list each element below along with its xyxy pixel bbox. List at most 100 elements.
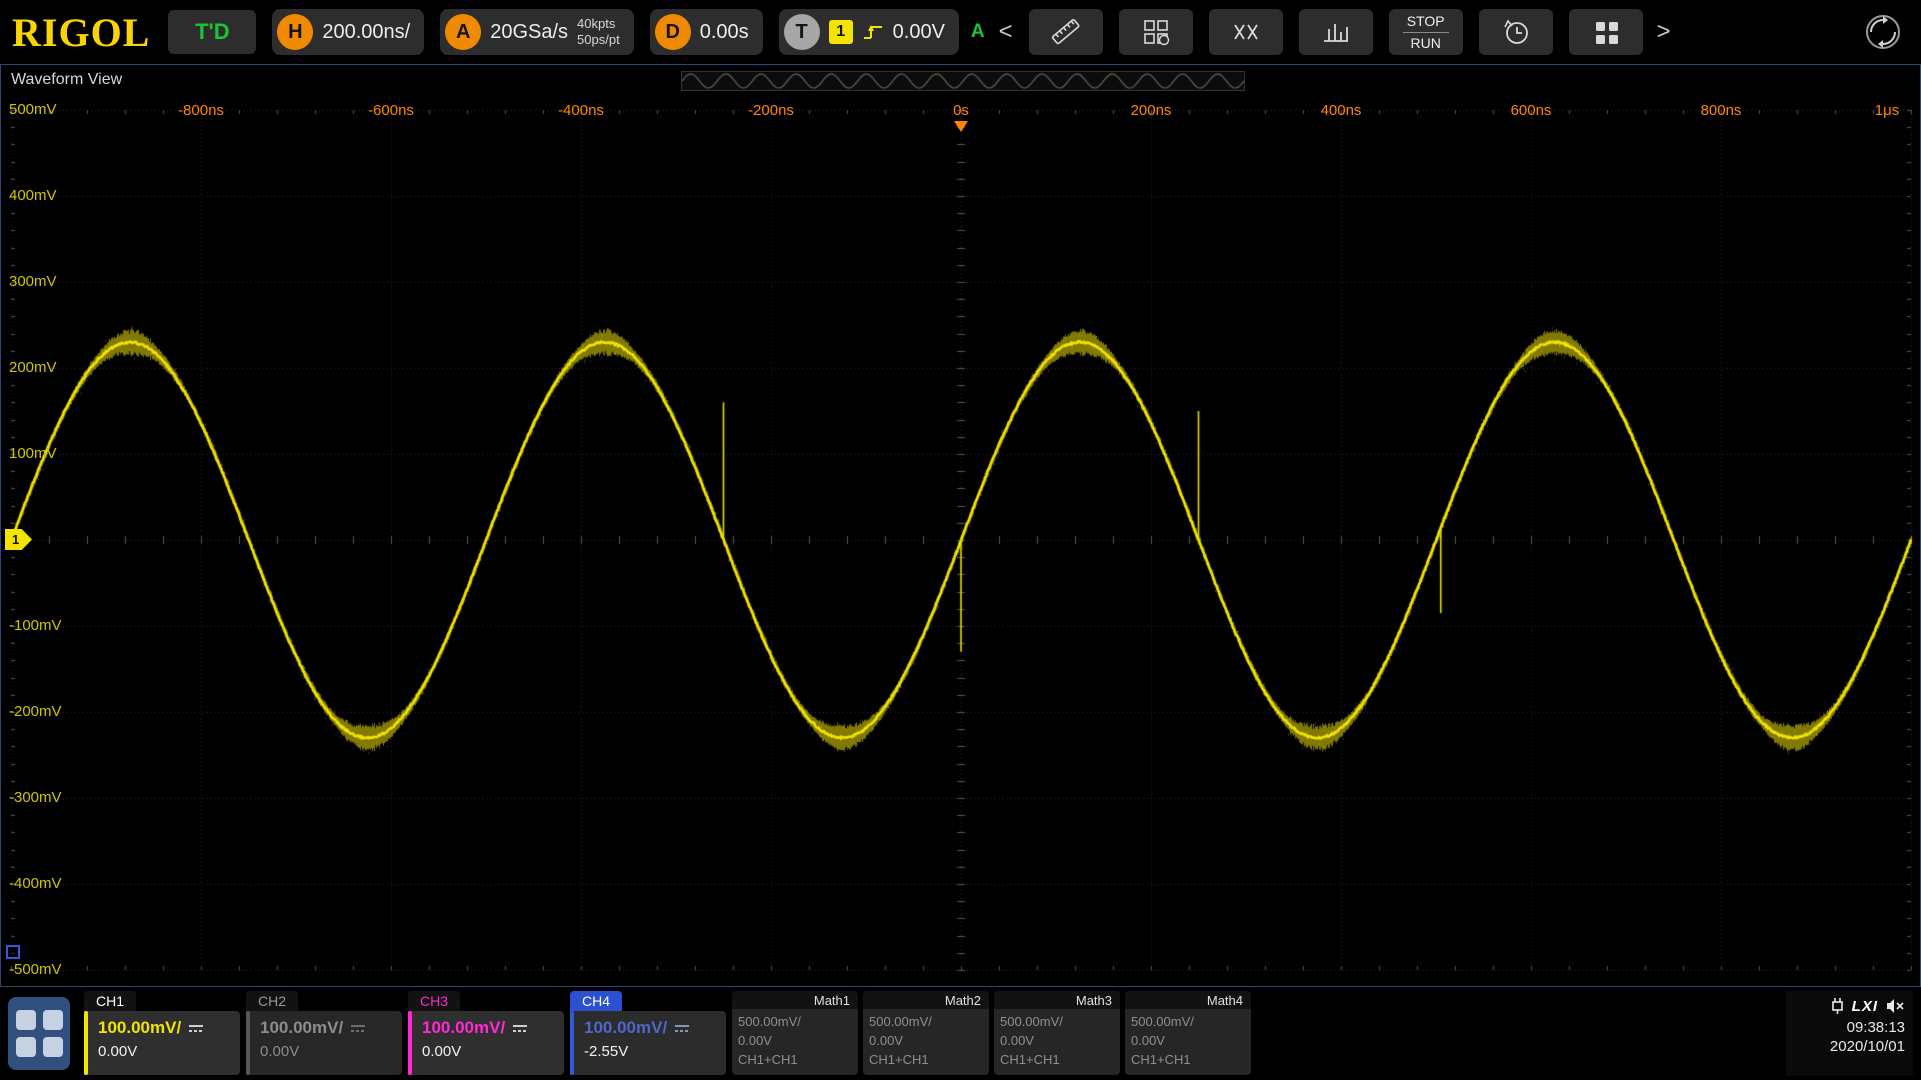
history-clock-icon xyxy=(1501,17,1531,47)
circular-arrows-icon xyxy=(1859,10,1907,54)
math1-tab[interactable]: Math1 xyxy=(732,991,858,1009)
ch2-offset-value: 0.00V xyxy=(260,1043,394,1060)
trigger-sweep-indicator: A xyxy=(971,21,985,43)
time-axis-label: 400ns xyxy=(1321,102,1362,119)
toolbar-prev-icon[interactable]: < xyxy=(999,18,1013,46)
xy-mode-button[interactable] xyxy=(1209,9,1283,55)
ch4-color-strip xyxy=(570,1011,574,1075)
channel-cell-ch2[interactable]: CH2 100.00mV/ 0.00V xyxy=(246,991,402,1076)
ch4-tab[interactable]: CH4 xyxy=(570,991,622,1011)
ch1-color-strip xyxy=(84,1011,88,1075)
memory-preview[interactable] xyxy=(681,71,1245,91)
lxi-label: LXI xyxy=(1852,998,1878,1015)
header-bar: RIGOL T'D H 200.00ns/ A 20GSa/s 40kpts 5… xyxy=(0,0,1921,64)
ch4-offset-value: -2.55V xyxy=(584,1043,718,1060)
math4-expression: CH1+CH1 xyxy=(1131,1051,1245,1070)
volt-axis-label: 500mV xyxy=(9,101,57,119)
menu-tile-icon xyxy=(43,1037,63,1057)
acquire-key-icon: A xyxy=(445,14,481,50)
stop-label: STOP xyxy=(1407,13,1445,29)
volt-axis-label: 200mV xyxy=(9,359,57,377)
ch1-tab[interactable]: CH1 xyxy=(84,991,136,1011)
counter-button[interactable] xyxy=(1299,9,1373,55)
channel-cell-ch3[interactable]: CH3 100.00mV/ 0.00V xyxy=(408,991,564,1076)
math1-offset-value: 0.00V xyxy=(738,1032,852,1051)
usb-icon xyxy=(1830,997,1845,1015)
math-tools-button[interactable] xyxy=(1119,9,1193,55)
status-time: 09:38:13 xyxy=(1847,1019,1905,1036)
math-cell-math3[interactable]: Math3 500.00mV/ 0.00V CH1+CH1 xyxy=(994,991,1120,1076)
time-axis-label: -400ns xyxy=(558,102,604,119)
math2-tab[interactable]: Math2 xyxy=(863,991,989,1009)
volt-axis-label: -200mV xyxy=(9,703,62,721)
time-axis-label-zero: 0s xyxy=(953,102,969,119)
horizontal-settings-button[interactable]: H 200.00ns/ xyxy=(272,9,424,55)
trigger-slope-icon xyxy=(862,22,884,42)
time-per-point-value: 50ps/pt xyxy=(577,32,620,48)
volt-axis-label: 100mV xyxy=(9,445,57,463)
menu-tile-icon xyxy=(16,1010,36,1030)
ch2-scale-value: 100.00mV/ xyxy=(260,1018,343,1038)
math-cell-math1[interactable]: Math1 500.00mV/ 0.00V CH1+CH1 xyxy=(732,991,858,1076)
xy-icon xyxy=(1231,19,1261,45)
dc-coupling-icon xyxy=(512,1023,528,1034)
assist-button[interactable] xyxy=(1859,10,1907,54)
sample-rate-value: 20GSa/s xyxy=(490,21,568,44)
volt-axis-label: 400mV xyxy=(9,187,57,205)
dc-coupling-icon xyxy=(188,1023,204,1034)
ruler-icon xyxy=(1049,16,1083,48)
math1-scale-value: 500.00mV/ xyxy=(738,1013,852,1032)
channel-cell-ch4[interactable]: CH4 100.00mV/ -2.55V xyxy=(570,991,726,1076)
ch1-offset-value: 0.00V xyxy=(98,1043,232,1060)
trigger-level-value: 0.00V xyxy=(893,21,945,44)
math-cell-math2[interactable]: Math2 500.00mV/ 0.00V CH1+CH1 xyxy=(863,991,989,1076)
time-axis-label: 800ns xyxy=(1701,102,1742,119)
math4-scale-value: 500.00mV/ xyxy=(1131,1013,1245,1032)
menu-tile-icon xyxy=(16,1037,36,1057)
ch3-tab[interactable]: CH3 xyxy=(408,991,460,1011)
ch3-color-strip xyxy=(408,1011,412,1075)
trigger-position-marker[interactable] xyxy=(954,121,968,132)
measure-button[interactable] xyxy=(1029,9,1103,55)
tiles-gear-icon xyxy=(1141,17,1171,47)
memory-depth-value: 40kpts xyxy=(577,16,620,32)
trigger-status-label: T'D xyxy=(195,19,230,45)
histogram-icon xyxy=(1320,19,1352,45)
acquire-settings-button[interactable]: A 20GSa/s 40kpts 50ps/pt xyxy=(440,9,633,55)
timebase-value: 200.00ns/ xyxy=(322,21,410,44)
windows-grid-icon xyxy=(1591,17,1621,47)
time-axis-label: -600ns xyxy=(368,102,414,119)
math-cell-math4[interactable]: Math4 500.00mV/ 0.00V CH1+CH1 xyxy=(1125,991,1251,1076)
volt-axis-label: -300mV xyxy=(9,789,62,807)
trigger-status-button[interactable]: T'D xyxy=(168,10,256,54)
channel-cell-ch1[interactable]: CH1 100.00mV/ 0.00V xyxy=(84,991,240,1076)
ch2-tab[interactable]: CH2 xyxy=(246,991,298,1011)
history-button[interactable] xyxy=(1479,9,1553,55)
main-menu-button[interactable] xyxy=(8,997,70,1070)
stop-run-button[interactable]: STOP RUN xyxy=(1389,9,1463,55)
math3-expression: CH1+CH1 xyxy=(1000,1051,1114,1070)
waveform-display[interactable] xyxy=(1,65,1920,986)
volt-axis-label: -400mV xyxy=(9,875,62,893)
run-label: RUN xyxy=(1410,35,1440,51)
math2-expression: CH1+CH1 xyxy=(869,1051,983,1070)
delay-settings-button[interactable]: D 0.00s xyxy=(650,9,763,55)
time-axis-label: 200ns xyxy=(1131,102,1172,119)
math4-tab[interactable]: Math4 xyxy=(1125,991,1251,1009)
oscilloscope-screen: RIGOL T'D H 200.00ns/ A 20GSa/s 40kpts 5… xyxy=(0,0,1921,1080)
time-axis-label: -800ns xyxy=(178,102,224,119)
trigger-key-icon: T xyxy=(784,14,820,50)
ch4-scale-value: 100.00mV/ xyxy=(584,1018,667,1038)
volt-axis-label: -500mV xyxy=(9,961,62,979)
math3-tab[interactable]: Math3 xyxy=(994,991,1120,1009)
ch4-offscreen-marker[interactable] xyxy=(6,945,20,959)
status-date: 2020/10/01 xyxy=(1830,1038,1905,1055)
windows-layout-button[interactable] xyxy=(1569,9,1643,55)
mute-speaker-icon[interactable] xyxy=(1885,998,1905,1014)
waveform-view-window[interactable]: Waveform View -800ns -600ns -400ns -200n… xyxy=(0,64,1921,987)
trigger-settings-button[interactable]: T 1 0.00V xyxy=(779,9,959,55)
menu-tile-icon xyxy=(43,1010,63,1030)
time-axis-label: 1μs xyxy=(1875,102,1900,119)
dc-coupling-icon xyxy=(674,1023,690,1034)
toolbar-next-icon[interactable]: > xyxy=(1657,18,1671,46)
